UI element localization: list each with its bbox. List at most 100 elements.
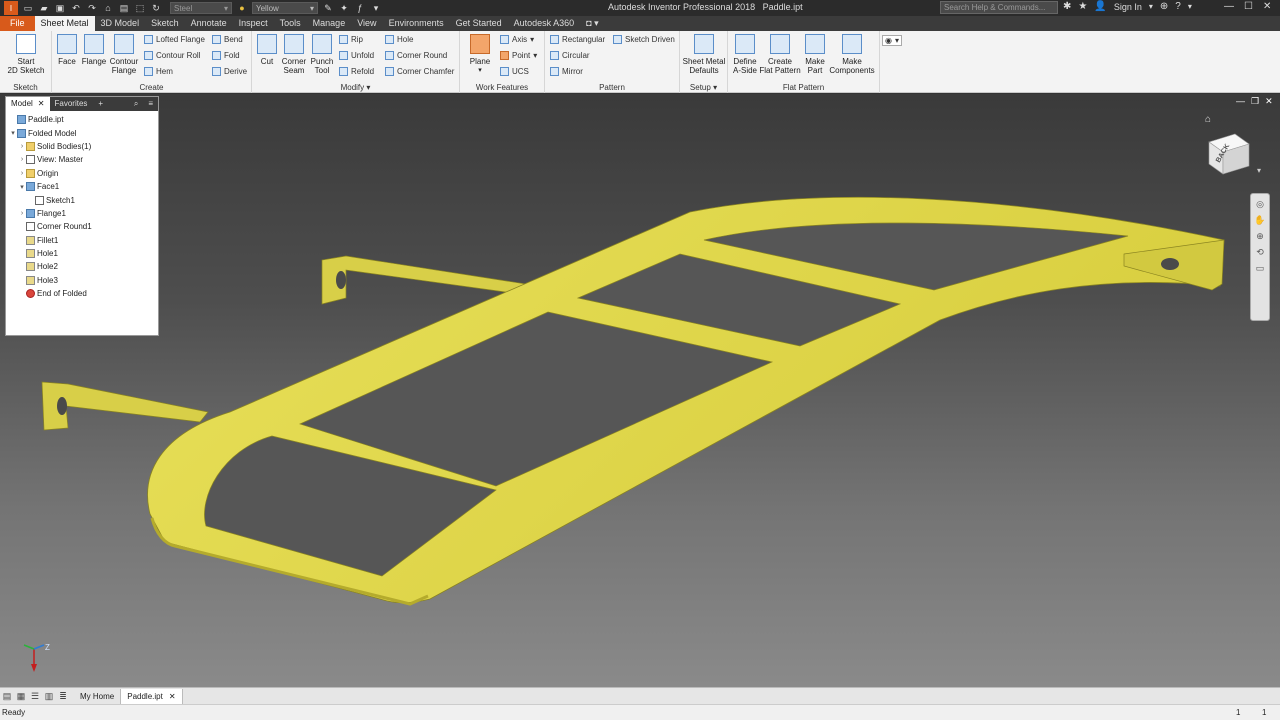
- tree-node[interactable]: Fillet1: [6, 234, 158, 247]
- punch-tool-button[interactable]: Punch Tool: [309, 34, 335, 75]
- create-flat-pattern-button[interactable]: Create Flat Pattern: [759, 34, 801, 75]
- circular-pattern-button[interactable]: Circular: [550, 51, 590, 60]
- material-combo[interactable]: Steel ▾: [170, 2, 232, 14]
- corner-round-button[interactable]: Corner Round: [385, 51, 447, 60]
- close-icon[interactable]: ✕: [1263, 1, 1271, 12]
- browser-search-icon[interactable]: ⌕: [129, 97, 143, 111]
- tab-model[interactable]: Model ✕: [6, 97, 50, 111]
- appearance-combo[interactable]: Yellow ▾: [252, 2, 318, 14]
- print-icon[interactable]: ▤: [118, 2, 130, 14]
- save-icon[interactable]: ▣: [54, 2, 66, 14]
- search-input[interactable]: Search Help & Commands...: [940, 1, 1058, 14]
- redo-icon[interactable]: ↷: [86, 2, 98, 14]
- close-icon[interactable]: ✕: [1265, 96, 1273, 107]
- tab-autodesk-a360[interactable]: Autodesk A360: [508, 16, 581, 31]
- tab-manage[interactable]: Manage: [307, 16, 352, 31]
- expand-toggle-icon[interactable]: ›: [18, 156, 26, 163]
- tree-node[interactable]: Corner Round1: [6, 220, 158, 233]
- make-components-button[interactable]: Make Components: [828, 34, 876, 75]
- tab-favorites[interactable]: Favorites +: [50, 97, 109, 111]
- cart-icon[interactable]: ⊕: [1160, 1, 1168, 12]
- doc-list-icon[interactable]: ≣: [56, 689, 70, 703]
- corner-seam-button[interactable]: Corner Seam: [280, 34, 308, 75]
- fold-button[interactable]: Fold: [212, 51, 240, 60]
- tab-tools[interactable]: Tools: [274, 16, 307, 31]
- tab-paddle-ipt[interactable]: Paddle.ipt ✕: [121, 688, 183, 704]
- tree-node[interactable]: End of Folded: [6, 287, 158, 300]
- chevron-down-icon[interactable]: ▾: [1149, 2, 1153, 11]
- minimize-icon[interactable]: —: [1236, 96, 1245, 107]
- flange-button[interactable]: Flange: [81, 34, 107, 66]
- tab-3d-model[interactable]: 3D Model: [95, 16, 146, 31]
- cut-button[interactable]: Cut: [256, 34, 278, 66]
- expand-toggle-icon[interactable]: ›: [18, 210, 26, 217]
- viewcube-menu-icon[interactable]: ▾: [1257, 166, 1261, 175]
- tree-node[interactable]: Hole3: [6, 274, 158, 287]
- axis-button[interactable]: Axis ▾: [500, 35, 534, 44]
- hole-button[interactable]: Hole: [385, 35, 413, 44]
- browser-menu-icon[interactable]: ≡: [143, 97, 158, 111]
- tree-node[interactable]: › Solid Bodies(1): [6, 140, 158, 153]
- ribbon-display-icon[interactable]: ◘ ▾: [580, 16, 604, 31]
- tree-node[interactable]: ▾ Face1: [6, 180, 158, 193]
- tree-node[interactable]: Paddle.ipt: [6, 113, 158, 126]
- close-icon[interactable]: ✕: [169, 689, 176, 704]
- mirror-button[interactable]: Mirror: [550, 67, 583, 76]
- maximize-icon[interactable]: ☐: [1244, 1, 1253, 12]
- rip-button[interactable]: Rip: [339, 35, 363, 44]
- corner-chamfer-button[interactable]: Corner Chamfer: [385, 67, 454, 76]
- bend-button[interactable]: Bend: [212, 35, 243, 44]
- expand-toggle-icon[interactable]: ›: [18, 143, 26, 150]
- chevron-down-icon[interactable]: ▾: [1188, 2, 1192, 11]
- expand-toggle-icon[interactable]: ▾: [9, 129, 17, 137]
- plane-button[interactable]: Plane ▾: [466, 34, 494, 75]
- customize-icon[interactable]: ▾: [370, 2, 382, 14]
- refold-button[interactable]: Refold: [339, 67, 374, 76]
- search-icon[interactable]: ✱: [1063, 1, 1071, 12]
- make-part-button[interactable]: Make Part: [803, 34, 827, 75]
- adjust-icon[interactable]: ✦: [338, 2, 350, 14]
- undo-icon[interactable]: ↶: [70, 2, 82, 14]
- tree-node[interactable]: ▾ Folded Model: [6, 126, 158, 139]
- app-menu-icon[interactable]: I: [4, 1, 18, 15]
- derive-button[interactable]: Derive: [212, 67, 247, 76]
- new-file-icon[interactable]: ▭: [22, 2, 34, 14]
- favorites-star-icon[interactable]: ★: [1078, 1, 1087, 12]
- point-button[interactable]: Point ▾: [500, 51, 537, 60]
- clear-appearance-icon[interactable]: ✎: [322, 2, 334, 14]
- zoom-icon[interactable]: ⊕: [1256, 231, 1264, 242]
- sheet-metal-part[interactable]: Z: [0, 94, 1280, 687]
- unfold-button[interactable]: Unfold: [339, 51, 374, 60]
- update-icon[interactable]: ↻: [150, 2, 162, 14]
- add-tab-icon[interactable]: +: [98, 97, 103, 111]
- ucs-button[interactable]: UCS: [500, 67, 529, 76]
- tree-node[interactable]: Hole1: [6, 247, 158, 260]
- expand-toggle-icon[interactable]: ›: [18, 170, 26, 177]
- rectangular-pattern-button[interactable]: Rectangular: [550, 35, 605, 44]
- open-file-icon[interactable]: ▰: [38, 2, 50, 14]
- tab-get-started[interactable]: Get Started: [450, 16, 508, 31]
- pan-icon[interactable]: ✋: [1254, 215, 1265, 226]
- user-icon[interactable]: 👤: [1094, 1, 1106, 12]
- lofted-flange-button[interactable]: Lofted Flange: [144, 35, 205, 44]
- home-view-icon[interactable]: ⌂: [1205, 114, 1211, 125]
- tree-node[interactable]: Hole2: [6, 260, 158, 273]
- help-icon[interactable]: ?: [1175, 1, 1181, 12]
- tab-view[interactable]: View: [351, 16, 382, 31]
- home-icon[interactable]: ⌂: [102, 2, 114, 14]
- tile-windows-icon[interactable]: ▤: [0, 689, 14, 703]
- minimize-icon[interactable]: —: [1224, 1, 1234, 12]
- sketch-driven-pattern-button[interactable]: Sketch Driven: [613, 35, 675, 44]
- face-button[interactable]: Face: [55, 34, 79, 66]
- tab-environments[interactable]: Environments: [383, 16, 450, 31]
- vertical-tile-icon[interactable]: ▥: [42, 689, 56, 703]
- ribbon-extra-dropdown[interactable]: ◉ ▾: [882, 35, 902, 46]
- setup-panel-title[interactable]: Setup ▾: [680, 83, 727, 92]
- graphics-window[interactable]: Z: [0, 94, 1280, 687]
- tab-my-home[interactable]: My Home: [74, 688, 122, 704]
- sign-in-link[interactable]: Sign In: [1114, 2, 1142, 12]
- modify-panel-title[interactable]: Modify ▾: [252, 83, 459, 92]
- contour-flange-button[interactable]: Contour Flange: [108, 34, 140, 75]
- tree-node[interactable]: › View: Master: [6, 153, 158, 166]
- close-icon[interactable]: ✕: [38, 97, 45, 111]
